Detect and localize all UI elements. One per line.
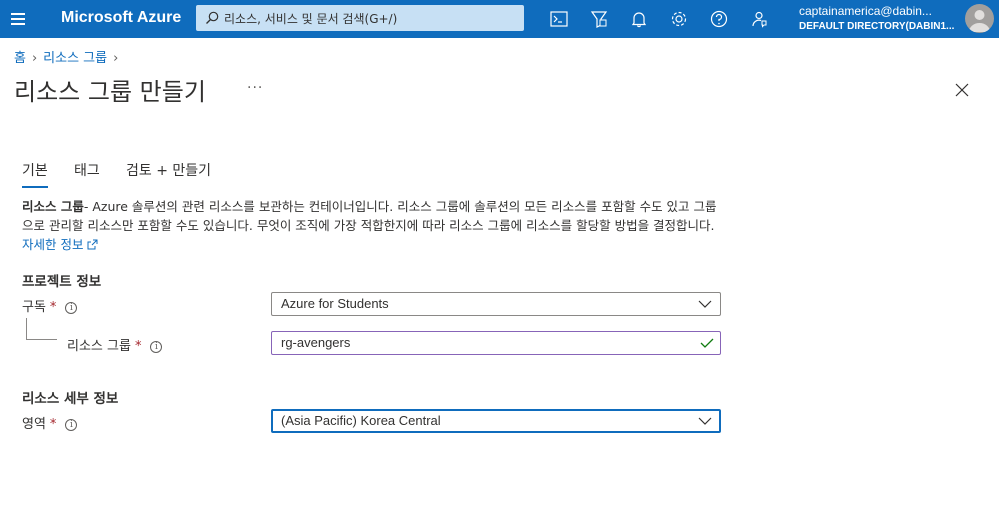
settings-icon[interactable] — [668, 8, 690, 30]
account-directory: DEFAULT DIRECTORY(DABIN1... — [799, 21, 955, 32]
close-icon[interactable] — [954, 82, 970, 98]
user-avatar-icon — [969, 10, 990, 32]
project-details-title: 프로젝트 정보 — [22, 274, 102, 290]
top-bar: Microsoft Azure 리소스, 서비스 및 문서 검색(G+/) ca… — [0, 0, 999, 38]
resource-group-value: rg-avengers — [281, 335, 351, 350]
chevron-right-icon: › — [31, 51, 38, 66]
region-label: 영역 * i — [22, 413, 78, 432]
notifications-icon[interactable] — [628, 8, 650, 30]
resource-group-label: 리소스 그룹 * i — [67, 335, 163, 354]
subscription-label: 구독 * i — [22, 296, 78, 315]
breadcrumb: 홈 › 리소스 그룹 › — [14, 47, 124, 66]
subscription-value: Azure for Students — [281, 296, 389, 311]
search-icon — [206, 11, 219, 24]
avatar[interactable] — [965, 4, 994, 33]
learn-more-link[interactable]: 자세한 정보 — [22, 237, 98, 252]
account-info[interactable]: captainamerica@dabin... DEFAULT DIRECTOR… — [799, 3, 959, 34]
required-mark: * — [134, 339, 142, 354]
page-title: 리소스 그룹 만들기 — [14, 78, 206, 106]
required-mark: * — [49, 417, 57, 432]
resource-group-input[interactable]: rg-avengers — [271, 331, 721, 355]
menu-icon[interactable] — [8, 6, 30, 32]
info-icon[interactable]: i — [65, 418, 78, 431]
tab-tags[interactable]: 태그 — [74, 160, 100, 186]
region-value: (Asia Pacific) Korea Central — [281, 413, 441, 428]
description: 리소스 그룹- Azure 솔루션의 관련 리소스를 보관하는 컨테이너입니다.… — [22, 197, 722, 254]
chevron-down-icon — [698, 417, 712, 425]
description-bold: 리소스 그룹 — [22, 199, 84, 214]
feedback-icon[interactable] — [748, 8, 770, 30]
required-mark: * — [49, 300, 57, 315]
tree-connector — [26, 318, 57, 340]
tab-review-create[interactable]: 검토 + 만들기 — [126, 160, 211, 186]
chevron-down-icon — [698, 300, 712, 308]
breadcrumb-home[interactable]: 홈 — [14, 51, 26, 66]
brand-title[interactable]: Microsoft Azure — [61, 9, 181, 27]
global-search-input[interactable]: 리소스, 서비스 및 문서 검색(G+/) — [196, 5, 524, 31]
checkmark-icon — [700, 338, 714, 348]
tab-basics[interactable]: 기본 — [22, 160, 48, 188]
search-placeholder: 리소스, 서비스 및 문서 검색(G+/) — [224, 12, 398, 26]
info-icon[interactable]: i — [150, 340, 163, 353]
info-icon[interactable]: i — [65, 301, 78, 314]
breadcrumb-resource-groups[interactable]: 리소스 그룹 — [43, 51, 107, 66]
directory-filter-icon[interactable] — [588, 8, 610, 30]
resource-details-title: 리소스 세부 정보 — [22, 391, 119, 407]
region-dropdown[interactable]: (Asia Pacific) Korea Central — [271, 409, 721, 433]
help-icon[interactable] — [708, 8, 730, 30]
external-link-icon — [87, 239, 98, 250]
more-options-button[interactable]: ··· — [247, 80, 263, 96]
chevron-right-icon: › — [113, 51, 119, 66]
subscription-dropdown[interactable]: Azure for Students — [271, 292, 721, 316]
description-text: - Azure 솔루션의 관련 리소스를 보관하는 컨테이너입니다. 리소스 그… — [22, 199, 717, 233]
account-email: captainamerica@dabin... — [799, 4, 932, 18]
cloud-shell-icon[interactable] — [548, 8, 570, 30]
